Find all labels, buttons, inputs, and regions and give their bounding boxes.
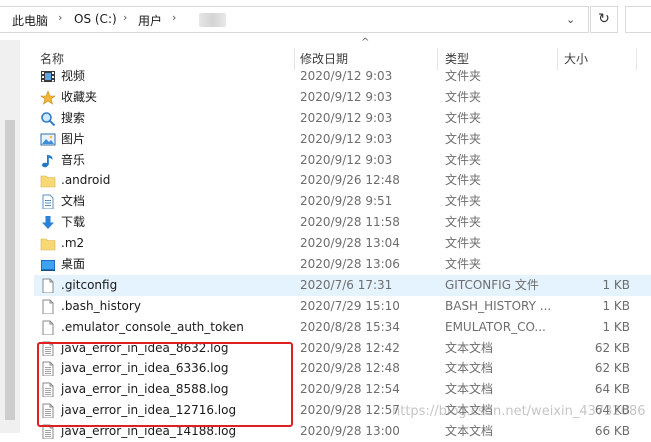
file-type: 文本文档 [445, 361, 494, 376]
file-size: 62 KB [594, 361, 630, 376]
file-icon [40, 299, 56, 314]
desktop-folder-icon [40, 257, 56, 272]
file-modified-date: 2020/9/28 12:42 [300, 340, 400, 355]
file-size: 66 KB [594, 424, 630, 439]
blurred-username [199, 13, 226, 27]
file-row[interactable]: 视频 2020/9/12 9:03 文件夹 [34, 66, 651, 87]
file-modified-date: 2020/9/26 12:48 [300, 173, 400, 188]
highlight-box [37, 342, 293, 427]
file-row[interactable]: 下载 2020/9/28 11:58 文件夹 [34, 212, 651, 233]
breadcrumb-separator[interactable]: › [58, 11, 62, 24]
file-modified-date: 2020/9/28 13:00 [300, 424, 400, 439]
file-icon [40, 278, 56, 293]
file-modified-date: 2020/9/12 9:03 [300, 131, 393, 146]
file-type: 文件夹 [445, 173, 482, 188]
breadcrumb-drive-c[interactable]: OS (C:) [74, 12, 117, 26]
file-row[interactable]: 桌面 2020/9/28 13:06 文件夹 [34, 254, 651, 275]
music-folder-icon [40, 153, 56, 168]
breadcrumb-separator[interactable]: › [123, 11, 127, 24]
file-row[interactable]: .bash_history 2020/7/29 15:10 BASH_HISTORY… [34, 296, 651, 317]
file-type: BASH_HISTORY ... [445, 298, 552, 313]
file-row[interactable]: 音乐 2020/9/12 9:03 文件夹 [34, 150, 651, 171]
file-modified-date: 2020/7/29 15:10 [300, 298, 400, 313]
navigation-pane-scrollbar[interactable] [0, 40, 20, 433]
file-type: 文件夹 [445, 257, 482, 272]
file-modified-date: 2020/9/28 13:06 [300, 257, 400, 272]
file-name: 文档 [61, 194, 86, 209]
file-name: 桌面 [61, 257, 86, 272]
file-size: 1 KB [602, 277, 630, 292]
file-row[interactable]: .android 2020/9/26 12:48 文件夹 [34, 170, 651, 191]
favorites-folder-icon [40, 90, 56, 105]
file-modified-date: 2020/9/12 9:03 [300, 89, 393, 104]
search-folder-icon [40, 111, 56, 126]
file-row[interactable]: .gitconfig 2020/7/6 17:31 GITCONFIG 文件 1 KB [34, 274, 651, 296]
file-type: 文件夹 [445, 152, 482, 167]
breadcrumb-this-pc[interactable]: 此电脑 [12, 12, 48, 29]
file-type: GITCONFIG 文件 [445, 277, 539, 292]
file-modified-date: 2020/9/12 9:03 [300, 69, 393, 83]
file-modified-date: 2020/9/12 9:03 [300, 152, 393, 167]
folder-icon [40, 173, 56, 188]
file-modified-date: 2020/9/28 12:57 [300, 403, 400, 418]
file-name: 音乐 [61, 152, 86, 167]
file-row[interactable]: .m2 2020/9/28 13:04 文件夹 [34, 233, 651, 254]
file-row[interactable]: 收藏夹 2020/9/12 9:03 文件夹 [34, 87, 651, 108]
file-type: 文件夹 [445, 69, 482, 83]
file-type: 文件夹 [445, 236, 482, 251]
chevron-down-icon[interactable]: ⌄ [566, 13, 575, 26]
file-modified-date: 2020/7/6 17:31 [300, 277, 393, 292]
file-modified-date: 2020/9/28 12:54 [300, 382, 400, 397]
file-name: 下载 [61, 215, 86, 230]
file-row[interactable]: 搜索 2020/9/12 9:03 文件夹 [34, 108, 651, 129]
file-icon [40, 320, 56, 335]
file-type: 文件夹 [445, 194, 482, 209]
refresh-icon: ↻ [598, 11, 610, 27]
file-name: 视频 [61, 69, 86, 83]
file-name: .bash_history [61, 298, 141, 313]
file-name: .android [61, 173, 111, 188]
file-modified-date: 2020/9/28 13:04 [300, 236, 400, 251]
breadcrumb-separator[interactable]: › [172, 11, 176, 24]
file-row[interactable]: 图片 2020/9/12 9:03 文件夹 [34, 129, 651, 150]
watermark: https://blog.csdn.net/weixin_43732086 [392, 404, 646, 419]
file-name: .m2 [61, 236, 85, 251]
refresh-button[interactable]: ↻ [590, 6, 618, 33]
pictures-folder-icon [40, 132, 56, 147]
file-size: 62 KB [594, 340, 630, 355]
file-modified-date: 2020/8/28 15:34 [300, 319, 400, 334]
scrollbar-thumb[interactable] [5, 120, 15, 420]
file-name: .emulator_console_auth_token [61, 319, 244, 334]
file-modified-date: 2020/9/28 9:51 [300, 194, 393, 209]
file-row[interactable]: 文档 2020/9/28 9:51 文件夹 [34, 191, 651, 212]
sort-ascending-icon: ^ [361, 37, 370, 48]
downloads-folder-icon [40, 215, 56, 230]
file-type: 文件夹 [445, 215, 482, 230]
folder-icon [40, 236, 56, 251]
file-size: 1 KB [602, 298, 630, 313]
address-bar-row: 此电脑 › OS (C:) › 用户 › ⌄ ↻ [0, 0, 651, 40]
file-size: 64 KB [594, 382, 630, 397]
file-type: 文件夹 [445, 110, 482, 125]
file-modified-date: 2020/9/28 11:58 [300, 215, 400, 230]
video-folder-icon [40, 69, 56, 84]
file-type: 文件夹 [445, 131, 482, 146]
file-type: 文本文档 [445, 340, 494, 355]
file-name: 图片 [61, 131, 86, 146]
file-modified-date: 2020/9/12 9:03 [300, 110, 393, 125]
file-row[interactable]: .emulator_console_auth_token 2020/8/28 15… [34, 317, 651, 338]
breadcrumb-users[interactable]: 用户 [138, 12, 162, 29]
file-type: 文件夹 [445, 89, 482, 104]
documents-folder-icon [40, 194, 56, 210]
file-type: EMULATOR_CO... [445, 319, 546, 334]
address-bar[interactable]: 此电脑 › OS (C:) › 用户 › ⌄ [0, 6, 589, 33]
file-type: 文本文档 [445, 382, 494, 397]
file-modified-date: 2020/9/28 12:48 [300, 361, 400, 376]
file-name: 搜索 [61, 110, 86, 125]
search-input[interactable] [625, 6, 651, 33]
file-type: 文本文档 [445, 424, 494, 439]
file-size: 1 KB [602, 319, 630, 334]
file-name: .gitconfig [61, 277, 118, 292]
file-name: 收藏夹 [61, 89, 98, 104]
